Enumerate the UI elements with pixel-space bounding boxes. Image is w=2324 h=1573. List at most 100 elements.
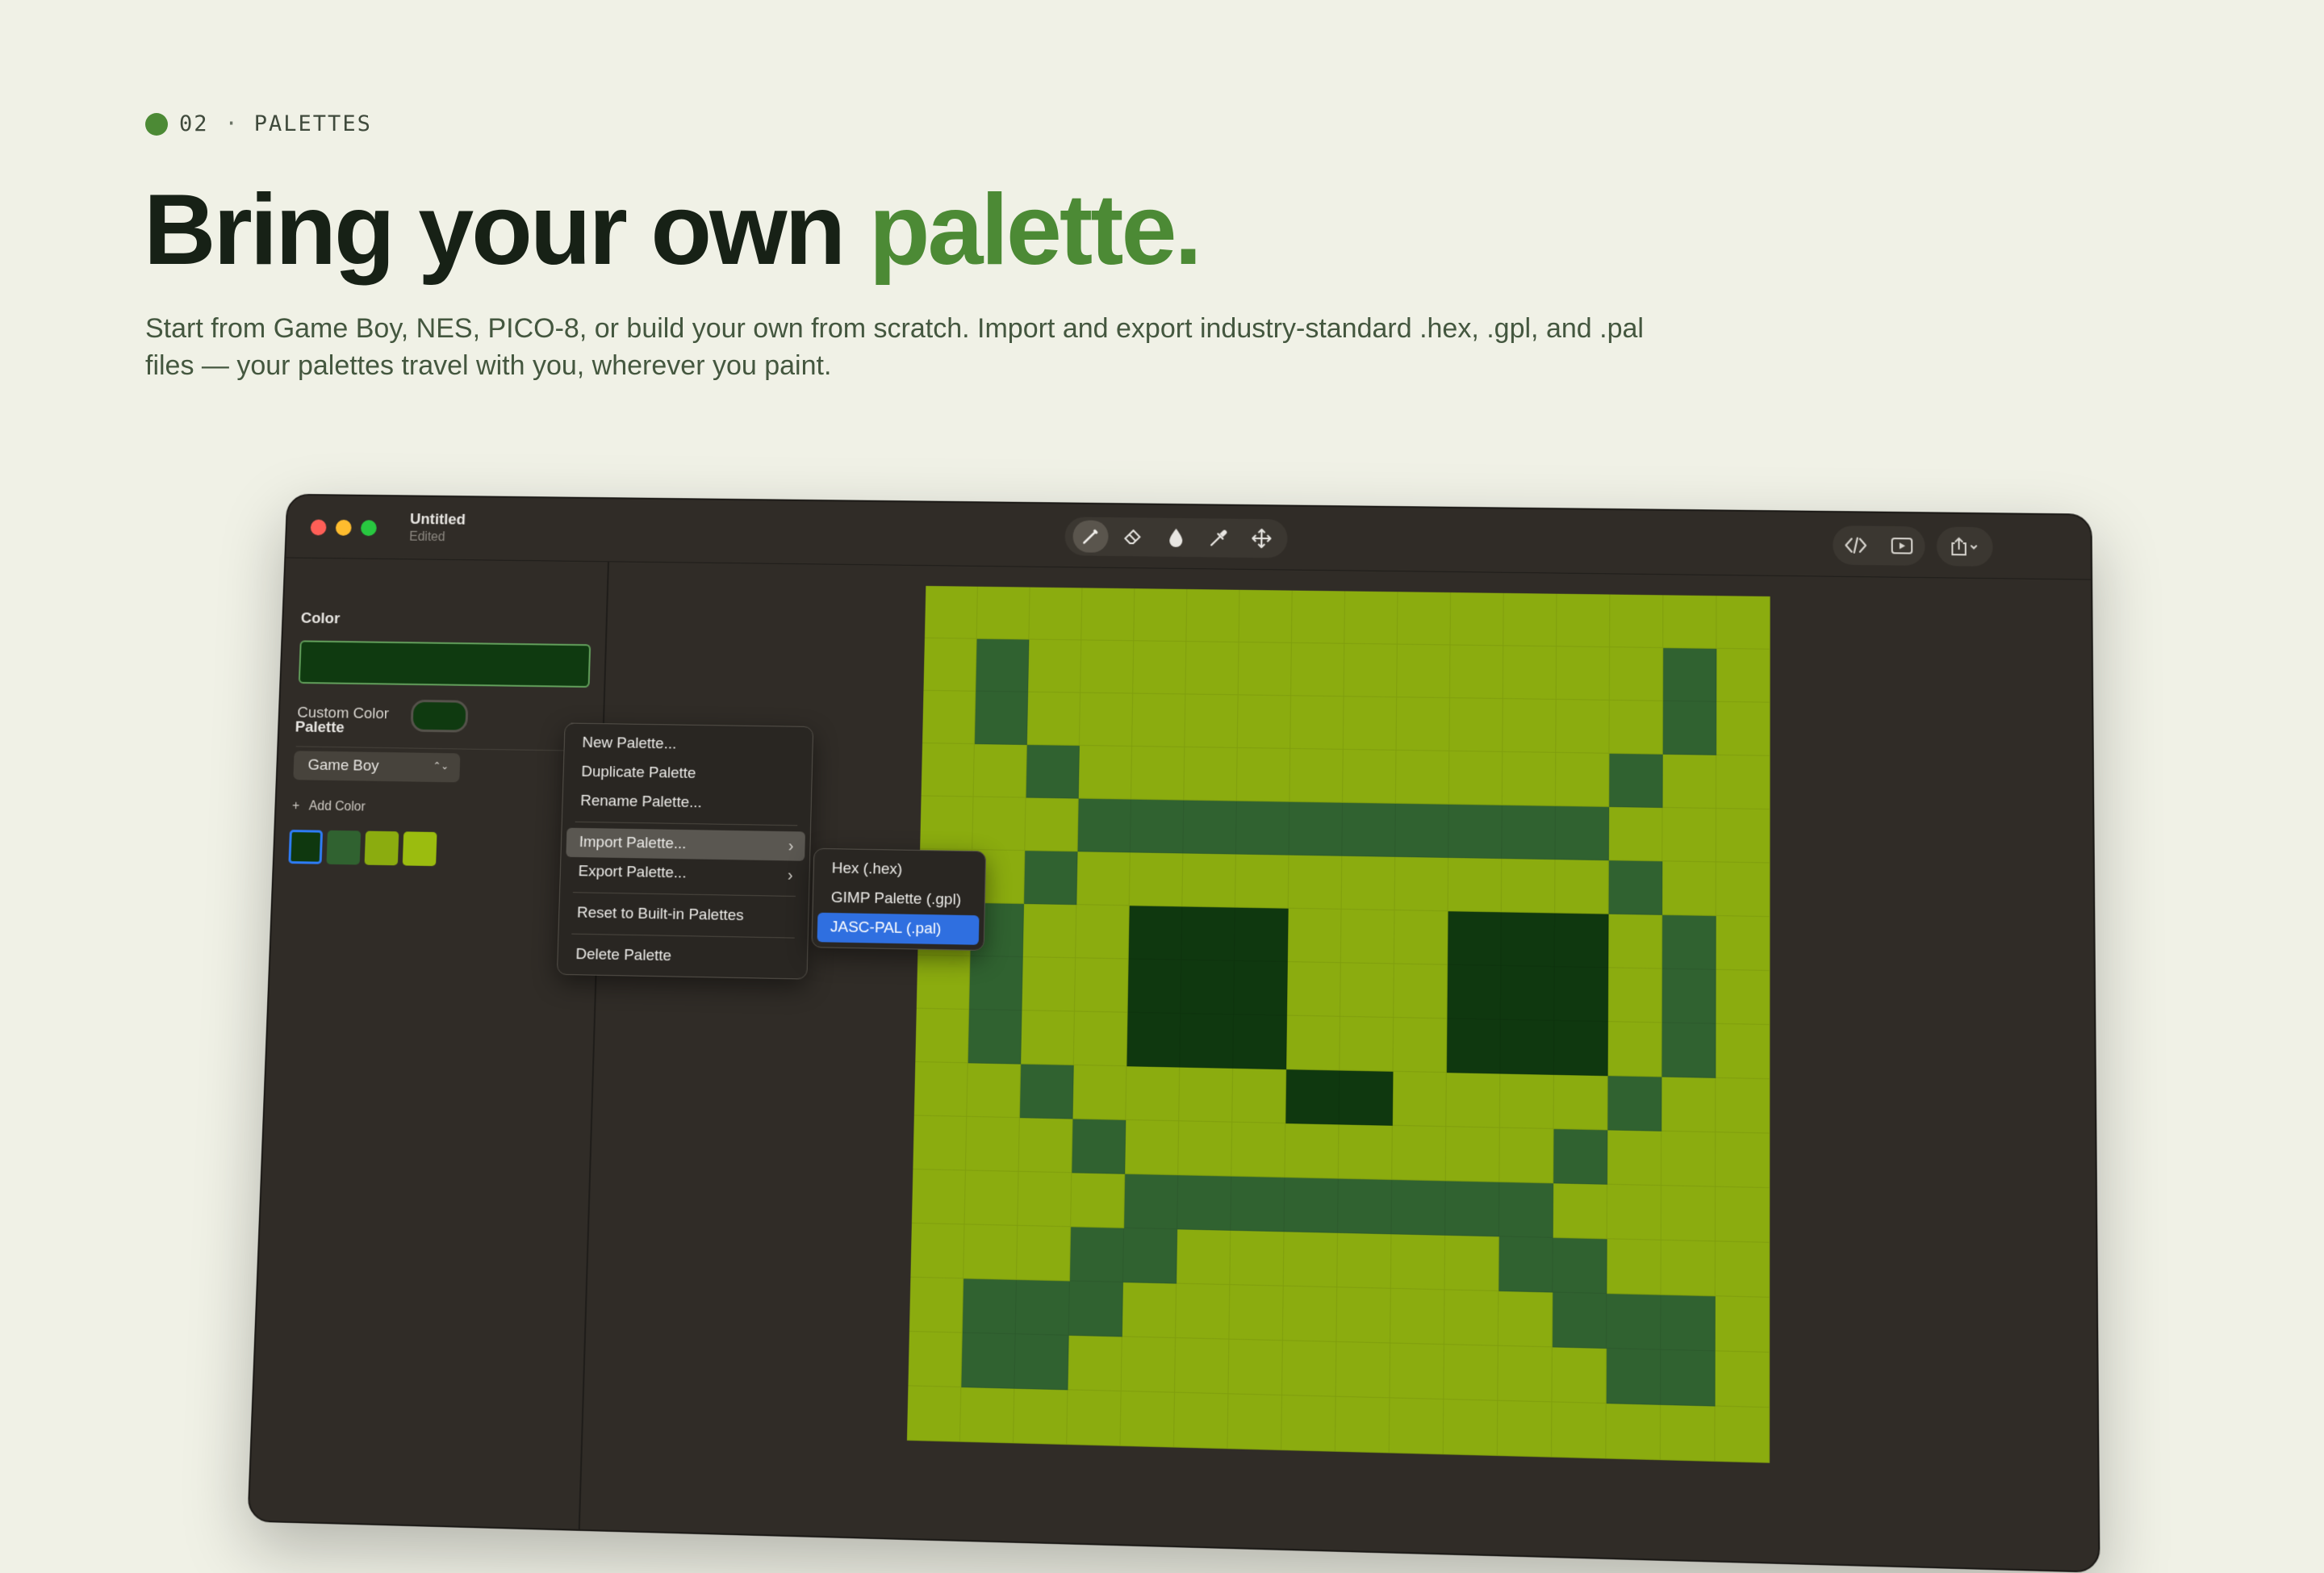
canvas-pixel[interactable] <box>1081 588 1135 642</box>
canvas-pixel[interactable] <box>1232 1068 1287 1124</box>
canvas-pixel[interactable] <box>916 955 971 1010</box>
palette-swatch[interactable] <box>364 830 399 866</box>
canvas-pixel[interactable] <box>1174 1338 1230 1395</box>
canvas-pixel[interactable] <box>1448 911 1502 966</box>
canvas-pixel[interactable] <box>1179 1067 1234 1123</box>
canvas-pixel[interactable] <box>1661 1077 1716 1133</box>
canvas-pixel[interactable] <box>1393 1018 1448 1073</box>
canvas-pixel[interactable] <box>1608 806 1663 862</box>
canvas-pixel[interactable] <box>1444 1290 1499 1346</box>
canvas-pixel[interactable] <box>1337 1178 1393 1235</box>
canvas-pixel[interactable] <box>1343 749 1397 804</box>
canvas-pixel[interactable] <box>1228 1339 1283 1396</box>
canvas-pixel[interactable] <box>1342 802 1396 857</box>
canvas-pixel[interactable] <box>1067 1390 1122 1446</box>
canvas-pixel[interactable] <box>969 956 1023 1011</box>
canvas-pixel[interactable] <box>1607 968 1662 1023</box>
canvas-pixel[interactable] <box>1025 797 1079 852</box>
canvas-pixel[interactable] <box>1552 1292 1607 1349</box>
canvas-pixel[interactable] <box>1391 1179 1446 1236</box>
canvas-pixel[interactable] <box>1235 801 1290 856</box>
minimize-window-button[interactable] <box>335 519 352 536</box>
canvas-pixel[interactable] <box>1288 855 1343 910</box>
eyedropper-tool-button[interactable] <box>1201 521 1237 554</box>
canvas-pixel[interactable] <box>1132 693 1186 747</box>
canvas-pixel[interactable] <box>1126 1066 1181 1122</box>
canvas-pixel[interactable] <box>1183 800 1237 855</box>
canvas-pixel[interactable] <box>1343 697 1398 751</box>
canvas-pixel[interactable] <box>1449 645 1504 700</box>
canvas-pixel[interactable] <box>1126 1012 1181 1068</box>
canvas-pixel[interactable] <box>1444 1345 1498 1401</box>
canvas-pixel[interactable] <box>976 638 1030 692</box>
fill-tool-button[interactable] <box>1158 521 1194 554</box>
canvas-pixel[interactable] <box>1607 1022 1662 1077</box>
canvas-pixel[interactable] <box>1076 851 1131 906</box>
canvas-pixel[interactable] <box>1499 1127 1554 1184</box>
canvas-pixel[interactable] <box>913 1115 968 1171</box>
canvas-pixel[interactable] <box>1394 856 1449 912</box>
canvas-pixel[interactable] <box>1555 805 1610 861</box>
canvas-pixel[interactable] <box>1661 1240 1716 1297</box>
canvas-pixel[interactable] <box>1394 910 1448 965</box>
canvas-pixel[interactable] <box>1448 857 1503 913</box>
canvas-pixel[interactable] <box>1121 1337 1177 1393</box>
canvas-pixel[interactable] <box>1610 594 1664 648</box>
canvas-pixel[interactable] <box>1606 1349 1661 1405</box>
canvas-pixel[interactable] <box>1335 1341 1391 1399</box>
canvas-pixel[interactable] <box>1184 747 1238 801</box>
canvas-pixel[interactable] <box>1128 906 1183 960</box>
canvas-pixel[interactable] <box>1498 1236 1553 1293</box>
canvas-pixel[interactable] <box>1234 907 1289 963</box>
canvas-pixel[interactable] <box>1073 1011 1128 1067</box>
canvas-pixel[interactable] <box>1340 1016 1394 1072</box>
canvas-pixel[interactable] <box>1556 646 1611 701</box>
canvas-pixel[interactable] <box>1500 1019 1555 1075</box>
canvas-pixel[interactable] <box>1023 851 1078 906</box>
canvas-pixel[interactable] <box>1026 745 1080 799</box>
canvas-pixel[interactable] <box>1127 959 1182 1015</box>
canvas-pixel[interactable] <box>922 690 976 745</box>
canvas-pixel[interactable] <box>1230 1230 1285 1286</box>
canvas-pixel[interactable] <box>1234 960 1288 1016</box>
menu-item-delete-palette[interactable]: Delete Palette <box>562 939 802 973</box>
canvas-pixel[interactable] <box>1444 1235 1499 1291</box>
canvas-pixel[interactable] <box>1235 854 1289 909</box>
canvas-pixel[interactable] <box>1074 958 1129 1013</box>
canvas-pixel[interactable] <box>1553 1183 1607 1240</box>
share-button[interactable] <box>1936 526 1993 567</box>
canvas-pixel[interactable] <box>1015 1279 1070 1336</box>
canvas-pixel[interactable] <box>1340 909 1395 964</box>
canvas-pixel[interactable] <box>1502 805 1556 860</box>
canvas-pixel[interactable] <box>1076 905 1130 960</box>
canvas-pixel[interactable] <box>1392 1071 1447 1127</box>
canvas-pixel[interactable] <box>965 1116 1020 1172</box>
canvas-pixel[interactable] <box>1662 861 1716 916</box>
canvas-pixel[interactable] <box>1609 700 1663 755</box>
canvas-pixel[interactable] <box>1503 699 1557 753</box>
canvas-pixel[interactable] <box>1445 1181 1500 1237</box>
canvas-pixel[interactable] <box>976 586 1030 640</box>
canvas-pixel[interactable] <box>1553 1020 1608 1077</box>
canvas-pixel[interactable] <box>1449 698 1503 752</box>
zoom-window-button[interactable] <box>360 520 378 537</box>
canvas-pixel[interactable] <box>1286 1015 1341 1071</box>
canvas-pixel[interactable] <box>1662 647 1717 702</box>
canvas-pixel[interactable] <box>1716 969 1770 1025</box>
canvas-pixel[interactable] <box>1445 1127 1500 1182</box>
canvas-pixel[interactable] <box>964 1170 1019 1226</box>
canvas-pixel[interactable] <box>1281 1341 1337 1397</box>
canvas-pixel[interactable] <box>1607 1130 1662 1186</box>
canvas-pixel[interactable] <box>1185 642 1239 696</box>
canvas-pixel[interactable] <box>1068 1335 1122 1392</box>
canvas-pixel[interactable] <box>1239 589 1293 643</box>
canvas-pixel[interactable] <box>1395 750 1450 805</box>
canvas-pixel[interactable] <box>1344 643 1398 698</box>
palette-select[interactable]: Game Boy ⌃⌄ <box>293 751 461 783</box>
add-color-button[interactable]: + Add Color <box>292 799 366 814</box>
canvas-pixel[interactable] <box>1013 1388 1068 1445</box>
canvas-pixel[interactable] <box>921 743 975 797</box>
canvas-pixel[interactable] <box>1122 1282 1177 1339</box>
menu-item-import-gpl[interactable]: GIMP Palette (.gpl) <box>817 883 980 915</box>
canvas-pixel[interactable] <box>913 1061 968 1117</box>
